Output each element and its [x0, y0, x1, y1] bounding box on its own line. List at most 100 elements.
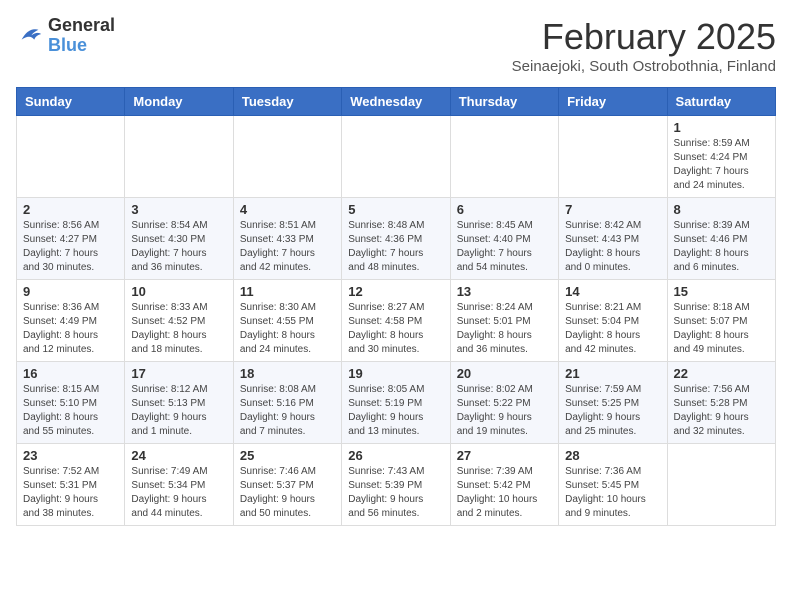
- day-info: Sunrise: 8:05 AM Sunset: 5:19 PM Dayligh…: [348, 383, 443, 439]
- day-number: 13: [457, 284, 552, 299]
- calendar-week-row: 16 Sunrise: 8:15 AM Sunset: 5:10 PM Dayli…: [17, 362, 776, 444]
- day-number: 5: [348, 202, 443, 217]
- day-info: Sunrise: 7:59 AM Sunset: 5:25 PM Dayligh…: [565, 383, 660, 439]
- calendar-cell: 3 Sunrise: 8:54 AM Sunset: 4:30 PM Daylig…: [125, 198, 233, 280]
- day-info: Sunrise: 8:36 AM Sunset: 4:49 PM Dayligh…: [23, 301, 118, 357]
- calendar-cell: 16 Sunrise: 8:15 AM Sunset: 5:10 PM Dayli…: [17, 362, 125, 444]
- calendar-cell: 20 Sunrise: 8:02 AM Sunset: 5:22 PM Dayli…: [450, 362, 558, 444]
- day-info: Sunrise: 8:59 AM Sunset: 4:24 PM Dayligh…: [674, 137, 769, 193]
- day-info: Sunrise: 8:12 AM Sunset: 5:13 PM Dayligh…: [131, 383, 226, 439]
- day-info: Sunrise: 8:39 AM Sunset: 4:46 PM Dayligh…: [674, 219, 769, 275]
- calendar-cell: 1 Sunrise: 8:59 AM Sunset: 4:24 PM Daylig…: [667, 116, 775, 198]
- day-number: 25: [240, 448, 335, 463]
- logo: General Blue: [16, 16, 115, 56]
- weekday-header: Wednesday: [342, 88, 450, 116]
- day-info: Sunrise: 7:39 AM Sunset: 5:42 PM Dayligh…: [457, 465, 552, 521]
- weekday-header: Friday: [559, 88, 667, 116]
- day-info: Sunrise: 7:52 AM Sunset: 5:31 PM Dayligh…: [23, 465, 118, 521]
- day-info: Sunrise: 8:21 AM Sunset: 5:04 PM Dayligh…: [565, 301, 660, 357]
- weekday-header-row: SundayMondayTuesdayWednesdayThursdayFrid…: [17, 88, 776, 116]
- calendar-cell: 19 Sunrise: 8:05 AM Sunset: 5:19 PM Dayli…: [342, 362, 450, 444]
- day-number: 20: [457, 366, 552, 381]
- calendar-week-row: 23 Sunrise: 7:52 AM Sunset: 5:31 PM Dayli…: [17, 444, 776, 526]
- day-number: 9: [23, 284, 118, 299]
- day-info: Sunrise: 8:33 AM Sunset: 4:52 PM Dayligh…: [131, 301, 226, 357]
- calendar-cell: 13 Sunrise: 8:24 AM Sunset: 5:01 PM Dayli…: [450, 280, 558, 362]
- calendar-cell: 25Sunrise: 7:46 AM Sunset: 5:37 PM Dayli…: [233, 444, 341, 526]
- day-info: Sunrise: 8:02 AM Sunset: 5:22 PM Dayligh…: [457, 383, 552, 439]
- day-number: 23: [23, 448, 118, 463]
- day-number: 28: [565, 448, 660, 463]
- calendar-cell: 6Sunrise: 8:45 AM Sunset: 4:40 PM Daylig…: [450, 198, 558, 280]
- day-number: 1: [674, 120, 769, 135]
- calendar-cell: 17 Sunrise: 8:12 AM Sunset: 5:13 PM Dayli…: [125, 362, 233, 444]
- day-number: 19: [348, 366, 443, 381]
- day-number: 10: [131, 284, 226, 299]
- day-number: 8: [674, 202, 769, 217]
- day-number: 7: [565, 202, 660, 217]
- calendar-cell: 28 Sunrise: 7:36 AM Sunset: 5:45 PM Dayli…: [559, 444, 667, 526]
- calendar-cell: 5 Sunrise: 8:48 AM Sunset: 4:36 PM Daylig…: [342, 198, 450, 280]
- day-number: 17: [131, 366, 226, 381]
- day-info: Sunrise: 8:18 AM Sunset: 5:07 PM Dayligh…: [674, 301, 769, 357]
- day-number: 14: [565, 284, 660, 299]
- calendar-cell: [17, 116, 125, 198]
- title-section: February 2025 Seinaejoki, South Ostrobot…: [512, 16, 776, 75]
- day-number: 21: [565, 366, 660, 381]
- location-subtitle: Seinaejoki, South Ostrobothnia, Finland: [512, 58, 776, 75]
- calendar-week-row: 9 Sunrise: 8:36 AM Sunset: 4:49 PM Daylig…: [17, 280, 776, 362]
- day-number: 12: [348, 284, 443, 299]
- calendar-cell: 2 Sunrise: 8:56 AM Sunset: 4:27 PM Daylig…: [17, 198, 125, 280]
- calendar-cell: 14 Sunrise: 8:21 AM Sunset: 5:04 PM Dayli…: [559, 280, 667, 362]
- weekday-header: Tuesday: [233, 88, 341, 116]
- calendar-cell: [667, 444, 775, 526]
- calendar-cell: 9 Sunrise: 8:36 AM Sunset: 4:49 PM Daylig…: [17, 280, 125, 362]
- calendar-cell: 23 Sunrise: 7:52 AM Sunset: 5:31 PM Dayli…: [17, 444, 125, 526]
- day-info: Sunrise: 7:56 AM Sunset: 5:28 PM Dayligh…: [674, 383, 769, 439]
- calendar-cell: 8 Sunrise: 8:39 AM Sunset: 4:46 PM Daylig…: [667, 198, 775, 280]
- calendar-cell: 26 Sunrise: 7:43 AM Sunset: 5:39 PM Dayli…: [342, 444, 450, 526]
- logo-icon: [16, 20, 44, 53]
- calendar-table: SundayMondayTuesdayWednesdayThursdayFrid…: [16, 87, 776, 526]
- day-info: Sunrise: 7:49 AM Sunset: 5:34 PM Dayligh…: [131, 465, 226, 521]
- day-info: Sunrise: 7:36 AM Sunset: 5:45 PM Dayligh…: [565, 465, 660, 521]
- calendar-cell: [342, 116, 450, 198]
- day-info: Sunrise: 8:24 AM Sunset: 5:01 PM Dayligh…: [457, 301, 552, 357]
- day-info: Sunrise: 7:43 AM Sunset: 5:39 PM Dayligh…: [348, 465, 443, 521]
- day-number: 11: [240, 284, 335, 299]
- day-number: 22: [674, 366, 769, 381]
- day-info: Sunrise: 8:48 AM Sunset: 4:36 PM Dayligh…: [348, 219, 443, 275]
- weekday-header: Thursday: [450, 88, 558, 116]
- day-number: 26: [348, 448, 443, 463]
- calendar-cell: 12Sunrise: 8:27 AM Sunset: 4:58 PM Dayli…: [342, 280, 450, 362]
- calendar-cell: [125, 116, 233, 198]
- day-info: Sunrise: 8:54 AM Sunset: 4:30 PM Dayligh…: [131, 219, 226, 275]
- weekday-header: Monday: [125, 88, 233, 116]
- weekday-header: Sunday: [17, 88, 125, 116]
- calendar-cell: [233, 116, 341, 198]
- calendar-cell: 22 Sunrise: 7:56 AM Sunset: 5:28 PM Dayli…: [667, 362, 775, 444]
- day-info: Sunrise: 8:51 AM Sunset: 4:33 PM Dayligh…: [240, 219, 335, 275]
- day-number: 16: [23, 366, 118, 381]
- day-info: Sunrise: 8:15 AM Sunset: 5:10 PM Dayligh…: [23, 383, 118, 439]
- day-info: Sunrise: 8:30 AM Sunset: 4:55 PM Dayligh…: [240, 301, 335, 357]
- day-number: 6: [457, 202, 552, 217]
- calendar-cell: 10 Sunrise: 8:33 AM Sunset: 4:52 PM Dayli…: [125, 280, 233, 362]
- calendar-cell: [450, 116, 558, 198]
- calendar-week-row: 1 Sunrise: 8:59 AM Sunset: 4:24 PM Daylig…: [17, 116, 776, 198]
- day-number: 18: [240, 366, 335, 381]
- day-info: Sunrise: 8:08 AM Sunset: 5:16 PM Dayligh…: [240, 383, 335, 439]
- calendar-week-row: 2 Sunrise: 8:56 AM Sunset: 4:27 PM Daylig…: [17, 198, 776, 280]
- day-info: Sunrise: 8:56 AM Sunset: 4:27 PM Dayligh…: [23, 219, 118, 275]
- calendar-cell: 7 Sunrise: 8:42 AM Sunset: 4:43 PM Daylig…: [559, 198, 667, 280]
- calendar-cell: 15 Sunrise: 8:18 AM Sunset: 5:07 PM Dayli…: [667, 280, 775, 362]
- day-number: 15: [674, 284, 769, 299]
- page-header: General Blue February 2025 Seinaejoki, S…: [16, 16, 776, 75]
- calendar-cell: 24 Sunrise: 7:49 AM Sunset: 5:34 PM Dayli…: [125, 444, 233, 526]
- calendar-cell: 21 Sunrise: 7:59 AM Sunset: 5:25 PM Dayli…: [559, 362, 667, 444]
- day-info: Sunrise: 8:42 AM Sunset: 4:43 PM Dayligh…: [565, 219, 660, 275]
- day-number: 2: [23, 202, 118, 217]
- day-number: 3: [131, 202, 226, 217]
- day-number: 24: [131, 448, 226, 463]
- calendar-cell: 27Sunrise: 7:39 AM Sunset: 5:42 PM Dayli…: [450, 444, 558, 526]
